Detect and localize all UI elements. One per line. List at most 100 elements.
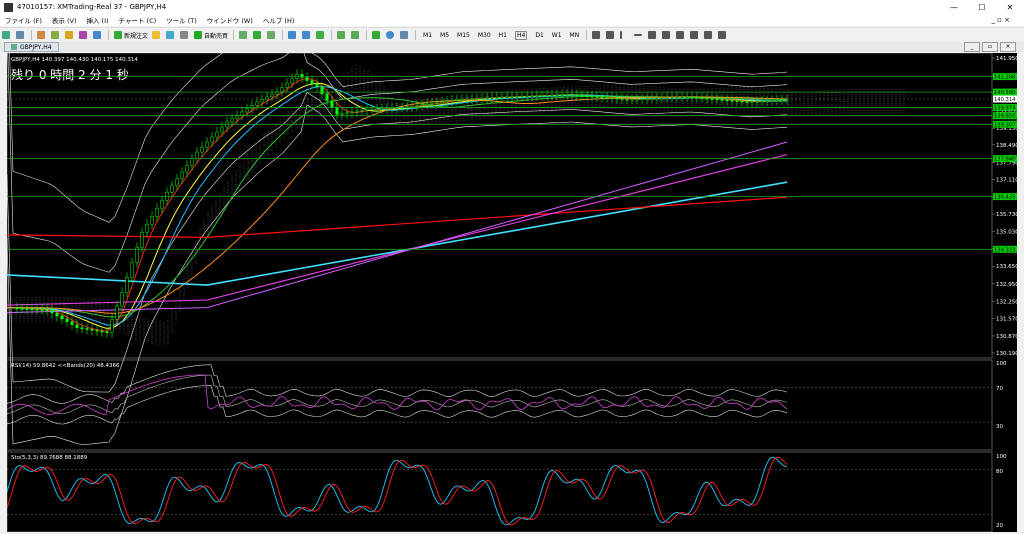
terminal-button[interactable] [78,30,90,40]
bar-chart-button[interactable] [238,30,250,40]
candle-body [155,208,159,217]
vertical-line-tool[interactable] [619,30,631,40]
strategy-tester-button[interactable] [92,30,104,40]
price-badge-label: 134.323 [994,247,1015,253]
menu-help[interactable]: ヘルプ (H) [263,15,295,25]
autoscroll-button[interactable] [336,30,348,40]
menu-file[interactable]: ファイル (F) [5,15,42,25]
candle-body [130,262,134,278]
zoom-out-button[interactable] [301,30,313,40]
data-window-button[interactable] [50,30,62,40]
line-chart-button[interactable] [266,30,278,40]
tf-mn[interactable]: MN [570,32,580,39]
text-tool[interactable] [689,30,701,40]
horizontal-line-tool[interactable] [633,30,645,40]
candle-body [40,309,44,311]
price-tick-label: 137.110 [996,177,1017,183]
candle-body [115,305,119,320]
cursor-tool[interactable] [591,30,603,40]
price-badge-label: 140.314 [994,97,1016,103]
mdi-controls[interactable]: _ ▫ × [991,16,1010,24]
fibonacci-tool[interactable] [675,30,687,40]
candle-body [620,98,624,100]
new-order-label: 新規注文 [124,32,149,40]
tf-h4[interactable]: H4 [515,30,528,40]
zoom-in-button[interactable] [287,30,299,40]
periods-button[interactable] [385,30,397,40]
price-tick-label: 135.730 [996,212,1017,218]
tf-w1[interactable]: W1 [552,32,562,39]
tile-windows-button[interactable] [315,30,327,40]
crosshair-tool[interactable] [605,30,617,40]
candle-body [445,100,449,103]
signals-button[interactable] [165,30,177,40]
ma-cyan-long [6,181,788,286]
tf-m1[interactable]: M1 [423,32,432,39]
metaeditor-icon [152,31,161,39]
tf-m5[interactable]: M5 [440,32,449,39]
label-tool[interactable] [703,30,715,40]
menu-insert[interactable]: 挿入 (I) [86,15,108,25]
templates-button[interactable] [399,30,411,40]
candlestick-button[interactable] [252,30,264,40]
chart-minimize-button[interactable]: _ [964,42,980,52]
candle-body [60,315,64,320]
candle-body [55,312,59,317]
candle-body [215,131,219,138]
candle-body [230,118,234,123]
metaeditor-button[interactable] [151,30,163,40]
candle-body [745,101,749,103]
tf-m30[interactable]: M30 [478,32,491,39]
ma-magenta [6,153,788,306]
chart-area[interactable]: GBPJPY,H4 140.397 140.430 140.175 140.31… [6,0,1019,533]
price-badge-label: 140.590 [994,90,1015,96]
candle-body [695,97,699,99]
vps-button[interactable] [179,30,191,40]
horizontal-line-icon [634,34,643,36]
rsi-layer [6,364,992,425]
profiles-button[interactable] [15,30,27,40]
candle-body [20,307,24,310]
stoch-tick-20: 20 [996,523,1003,529]
indicators-button[interactable] [371,30,383,40]
menu-tools[interactable]: ツール (T) [166,15,197,25]
candle-body [765,100,769,102]
maximize-button[interactable]: ☐ [968,3,996,12]
close-button[interactable]: ✕ [996,3,1024,12]
menu-chart[interactable]: チャート (C) [119,15,157,25]
price-badge-label: 139.974 [994,106,1016,112]
minimize-button[interactable]: — [940,3,968,12]
tf-d1[interactable]: D1 [535,32,543,39]
rsi-pane[interactable] [6,359,993,451]
candle-body [680,96,684,99]
candle-body [410,105,414,108]
menu-view[interactable]: 表示 (V) [52,15,77,25]
auto-trade-button[interactable]: 自動売買 [193,30,229,40]
candle-body [460,98,464,101]
window-title: 47010157: XMTrading-Real 37 - GBPJPY,H4 [17,3,167,11]
chart-close-button[interactable]: × [1000,42,1016,52]
candle-body [95,329,99,332]
trendline-tool[interactable] [647,30,659,40]
market-watch-button[interactable] [36,30,48,40]
new-chart-button[interactable] [1,30,13,40]
tf-h1[interactable]: H1 [499,32,507,39]
candle-body [575,94,579,97]
candle-body [160,199,164,209]
candle-body [485,97,489,100]
menu-window[interactable]: ウインドウ (W) [207,15,253,25]
candle-body [145,224,149,233]
new-order-button[interactable]: 新規注文 [113,30,149,40]
chart-tab-gbpjpy[interactable]: GBPJPY,H4 [4,42,59,52]
chart-restore-button[interactable]: ▫ [982,42,998,52]
tf-m15[interactable]: M15 [457,32,470,39]
candle-body [90,329,94,331]
ma-violet [6,141,788,314]
line-chart-icon [267,31,276,39]
arrows-tool[interactable] [717,30,729,40]
candle-body [370,108,374,111]
chart-shift-button[interactable] [350,30,362,40]
navigator-button[interactable] [64,30,76,40]
countdown-timer: 残り 0 時間 2 分 1 秒 [11,68,129,82]
channel-tool[interactable] [661,30,673,40]
